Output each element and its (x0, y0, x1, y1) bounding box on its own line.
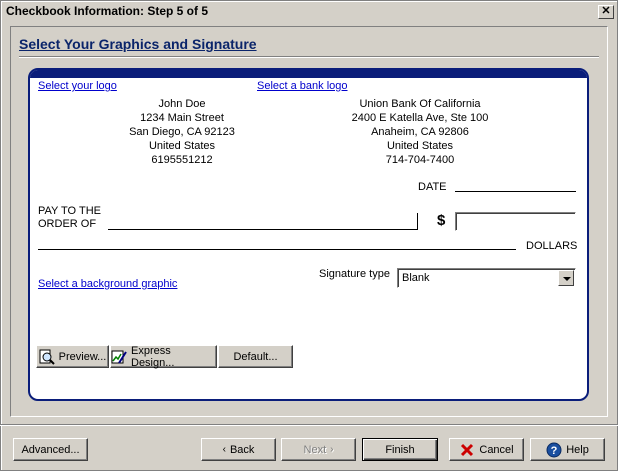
bank-street: 2400 E Katella Ave, Ste 100 (351, 112, 489, 124)
pay-to-line1: PAY TO THE (38, 205, 101, 217)
bank-country: United States (386, 140, 454, 152)
next-label: Next (303, 443, 327, 456)
dollars-label: DOLLARS (526, 240, 578, 252)
payer-phone: 6195551212 (151, 154, 213, 166)
close-button[interactable]: ✕ (598, 5, 614, 19)
payer-street: 1234 Main Street (140, 112, 224, 124)
payee-line (108, 229, 418, 230)
bank-name: Union Bank Of California (359, 98, 481, 110)
chevron-down-icon[interactable] (558, 270, 574, 286)
heading-divider (19, 56, 599, 58)
footer-divider (0, 424, 618, 426)
design-wand-icon (111, 349, 127, 365)
payee-line-end (417, 213, 418, 230)
signature-type-value: Blank (402, 272, 430, 284)
help-question-icon: ? (546, 442, 562, 458)
bank-address: Union Bank Of California 2400 E Katella … (326, 97, 514, 167)
amount-field[interactable] (455, 212, 576, 231)
help-button[interactable]: ? Help (530, 438, 605, 461)
cancel-button[interactable]: Cancel (449, 438, 524, 461)
payer-name: John Doe (158, 98, 206, 110)
default-label: Default... (233, 350, 278, 363)
cancel-label: Cancel (479, 443, 514, 456)
preview-button[interactable]: Preview... (36, 345, 109, 368)
dollars-line (38, 249, 516, 250)
svg-text:?: ? (551, 445, 558, 457)
select-logo-link[interactable]: Select your logo (38, 80, 117, 92)
default-button[interactable]: Default... (218, 345, 293, 368)
bank-city: Anaheim, CA 92806 (371, 126, 469, 138)
chevron-right-icon: › (330, 444, 334, 455)
title-bar[interactable]: Checkbook Information: Step 5 of 5 ✕ (2, 2, 614, 21)
pay-to-label: PAY TO THE ORDER OF (38, 205, 101, 231)
signature-type-select[interactable]: Blank (397, 268, 576, 288)
bank-phone: 714-704-7400 (385, 154, 455, 166)
express-design-label: Express Design... (131, 344, 175, 369)
help-label: Help (566, 443, 589, 456)
date-label: DATE (418, 181, 447, 193)
finish-button[interactable]: Finish (362, 438, 438, 461)
pay-to-line2: ORDER OF (38, 218, 97, 230)
advanced-label: Advanced... (21, 443, 80, 456)
back-button[interactable]: ‹ Back (201, 438, 276, 461)
close-icon: ✕ (601, 5, 611, 17)
payer-country: United States (148, 140, 216, 152)
chevron-left-icon: ‹ (222, 444, 226, 455)
red-x-icon (459, 442, 475, 458)
check-top-band (30, 70, 587, 78)
page-title: Select Your Graphics and Signature (19, 36, 257, 52)
signature-type-label: Signature type (319, 268, 390, 280)
back-label: Back (229, 443, 255, 456)
express-design-button[interactable]: Express Design... (110, 344, 217, 369)
magnifier-page-icon (39, 349, 55, 365)
advanced-button[interactable]: Advanced... (13, 438, 88, 461)
payer-address: John Doe 1234 Main Street San Diego, CA … (112, 97, 252, 167)
payer-city: San Diego, CA 92123 (129, 126, 235, 138)
dollar-sign: $ (437, 212, 446, 229)
preview-label: Preview... (58, 350, 107, 363)
window-title: Checkbook Information: Step 5 of 5 (6, 4, 209, 18)
date-line (455, 191, 576, 192)
next-button[interactable]: Next › (281, 438, 356, 461)
finish-label: Finish (385, 443, 415, 456)
select-bank-logo-link[interactable]: Select a bank logo (257, 80, 348, 92)
select-background-link[interactable]: Select a background graphic (38, 278, 177, 290)
